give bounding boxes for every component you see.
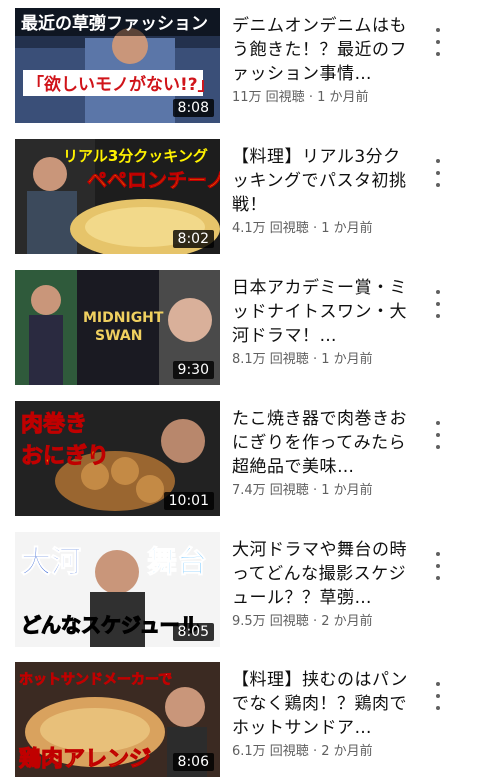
duration-badge: 8:02 [172, 230, 214, 248]
video-title[interactable]: 【料理】リアル3分クッキングでパスタ初挑戦！ [232, 145, 410, 217]
more-vert-icon[interactable] [428, 552, 448, 580]
video-title[interactable]: 大河ドラマや舞台の時ってどんな撮影スケジュール？？草彅… [232, 538, 410, 610]
view-count: 9.5万 回視聴 [232, 614, 309, 629]
thumb-text: 鶏肉アレンジ [19, 747, 151, 772]
thumb-text: 「欲しいモノがない!?」 [27, 74, 215, 95]
view-count: 4.1万 回視聴 [232, 221, 309, 236]
video-item[interactable]: 肉巻き おにぎり 10:01 たこ焼き器で肉巻きおにぎりを作ってみたら超絶品で美… [0, 401, 480, 519]
video-meta: 6.1万 回視聴 · 2 か月前 [232, 744, 373, 759]
video-title[interactable]: 【料理】挟むのはパンでなく鶏肉！？鶏肉でホットサンドア… [232, 668, 410, 740]
video-thumbnail[interactable]: リアル3分クッキング ペペロンチーノ 8:02 [15, 139, 220, 254]
duration-badge: 8:05 [172, 623, 214, 641]
more-vert-icon[interactable] [428, 159, 448, 187]
view-count: 11万 回視聴 [232, 90, 305, 105]
thumb-text: 肉巻き [21, 411, 87, 437]
video-item[interactable]: リアル3分クッキング ペペロンチーノ 8:02 【料理】リアル3分クッキングでパ… [0, 139, 480, 257]
upload-age: 2 か月前 [321, 614, 373, 629]
view-count: 6.1万 回視聴 [232, 744, 309, 759]
video-thumbnail[interactable]: MIDNIGHT SWAN 9:30 [15, 270, 220, 385]
video-item[interactable]: 大河 舞台 どんなスケジュール 8:05 大河ドラマや舞台の時ってどんな撮影スケ… [0, 532, 480, 650]
video-list: 最近の草彅ファッション 「欲しいモノがない!?」 8:08 デニムオンデニムはも… [0, 0, 480, 778]
video-meta: 8.1万 回視聴 · 1 か月前 [232, 352, 373, 367]
video-title[interactable]: デニムオンデニムはもう飽きた！？最近のファッション事情… [232, 14, 410, 86]
video-meta: 7.4万 回視聴 · 1 か月前 [232, 483, 373, 498]
duration-badge: 8:06 [172, 753, 214, 771]
thumb-text: 大河 [21, 545, 81, 580]
more-vert-icon[interactable] [428, 28, 448, 56]
video-meta: 11万 回視聴 · 1 か月前 [232, 90, 369, 105]
thumb-text: ペペロンチーノ [87, 168, 220, 192]
thumb-text: SWAN [95, 328, 142, 344]
view-count: 7.4万 回視聴 [232, 483, 309, 498]
upload-age: 1 か月前 [317, 90, 369, 105]
video-item[interactable]: MIDNIGHT SWAN 9:30 日本アカデミー賞・ミッドナイトスワン・大河… [0, 270, 480, 388]
upload-age: 1 か月前 [321, 352, 373, 367]
more-vert-icon[interactable] [428, 421, 448, 449]
view-count: 8.1万 回視聴 [232, 352, 309, 367]
thumb-text: 最近の草彅ファッション [21, 13, 208, 34]
upload-age: 2 か月前 [321, 744, 373, 759]
upload-age: 1 か月前 [321, 483, 373, 498]
thumb-text: 舞台 [147, 545, 207, 580]
thumb-text: リアル3分クッキング [63, 147, 208, 165]
more-vert-icon[interactable] [428, 682, 448, 710]
more-vert-icon[interactable] [428, 290, 448, 318]
video-thumbnail[interactable]: 肉巻き おにぎり 10:01 [15, 401, 220, 516]
thumb-text: MIDNIGHT [83, 310, 164, 326]
video-title[interactable]: 日本アカデミー賞・ミッドナイトスワン・大河ドラマ！… [232, 276, 410, 348]
duration-badge: 10:01 [163, 492, 214, 510]
thumb-text: おにぎり [21, 443, 109, 469]
video-item[interactable]: ホットサンドメーカーで 鶏肉アレンジ 8:06 【料理】挟むのはパンでなく鶏肉！… [0, 662, 480, 780]
duration-badge: 8:08 [172, 99, 214, 117]
video-title[interactable]: たこ焼き器で肉巻きおにぎりを作ってみたら超絶品で美味… [232, 407, 410, 479]
video-item[interactable]: 最近の草彅ファッション 「欲しいモノがない!?」 8:08 デニムオンデニムはも… [0, 8, 480, 126]
video-thumbnail[interactable]: ホットサンドメーカーで 鶏肉アレンジ 8:06 [15, 662, 220, 777]
duration-badge: 9:30 [172, 361, 214, 379]
video-thumbnail[interactable]: 大河 舞台 どんなスケジュール 8:05 [15, 532, 220, 647]
video-meta: 9.5万 回視聴 · 2 か月前 [232, 614, 373, 629]
thumb-text: ホットサンドメーカーで [19, 672, 172, 688]
upload-age: 1 か月前 [321, 221, 373, 236]
video-meta: 4.1万 回視聴 · 1 か月前 [232, 221, 373, 236]
video-thumbnail[interactable]: 最近の草彅ファッション 「欲しいモノがない!?」 8:08 [15, 8, 220, 123]
